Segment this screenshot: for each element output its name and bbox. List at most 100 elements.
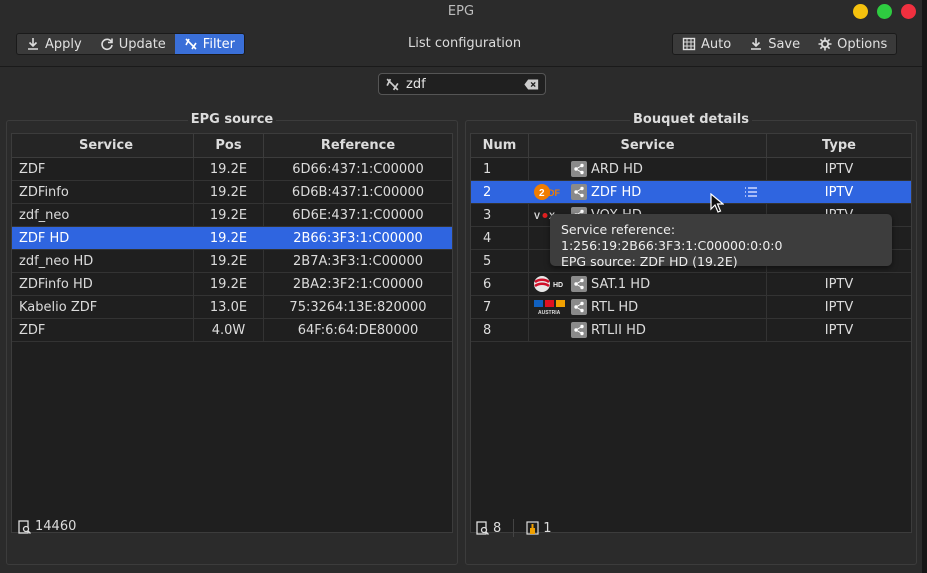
apply-label: Apply xyxy=(45,36,82,52)
reference-cell: 6D6B:437:1:C00000 xyxy=(291,185,425,200)
options-button[interactable]: Options xyxy=(809,34,896,54)
num-cell: 2 xyxy=(483,185,492,200)
pos-cell: 13.0E xyxy=(194,296,264,318)
options-label: Options xyxy=(837,36,888,52)
search-value: zdf xyxy=(406,76,426,92)
close-button[interactable] xyxy=(901,4,916,19)
save-button[interactable]: Save xyxy=(740,34,809,54)
refresh-icon xyxy=(101,38,113,51)
epg-source-title: EPG source xyxy=(187,112,277,127)
download-icon xyxy=(28,38,38,50)
tooltip-epg-source: EPG source: ZDF HD (19.2E) xyxy=(561,254,738,269)
reference-cell: 75:3264:13E:820000 xyxy=(289,300,427,315)
pos-cell: 19.2E xyxy=(194,181,264,203)
update-button[interactable]: Update xyxy=(91,34,175,54)
clear-icon[interactable] xyxy=(524,77,539,92)
filter-search-icon xyxy=(386,78,399,90)
table-row[interactable]: ZDFinfo 19.2E 6D6B:437:1:C00000 xyxy=(12,181,452,204)
pos-cell: 19.2E xyxy=(194,158,264,180)
column-header-type[interactable]: Type xyxy=(767,134,911,157)
table-row[interactable]: 6 HD SAT.1 HD IPTV xyxy=(471,273,911,296)
maximize-button[interactable] xyxy=(877,4,892,19)
services-count-icon xyxy=(476,521,489,535)
service-cell: ARD HD xyxy=(529,158,767,180)
table-row[interactable]: ZDF 19.2E 6D66:437:1:C00000 xyxy=(12,158,452,181)
table-row[interactable]: 7 AUSTRIA RTL HD IPTV xyxy=(471,296,911,319)
service-tooltip: Service reference: 1:256:19:2B66:3F3:1:C… xyxy=(550,214,892,269)
left-button-group: Apply Update Filter xyxy=(16,33,245,55)
list-icon xyxy=(745,187,757,197)
type-cell: IPTV xyxy=(824,323,854,338)
logo-placeholder xyxy=(533,321,567,339)
num-cell: 3 xyxy=(471,204,529,226)
marked-count: 1 xyxy=(543,520,552,536)
type-cell: IPTV xyxy=(824,162,854,177)
num-cell: 5 xyxy=(471,250,529,272)
service-cell: ZDF HD xyxy=(19,231,70,246)
toolbar: Apply Update Filter List configuration A… xyxy=(0,24,922,66)
update-label: Update xyxy=(118,36,166,52)
save-download-icon xyxy=(751,38,762,50)
table-header: Num Service Type xyxy=(471,134,911,158)
table-row[interactable]: ZDFinfo HD 19.2E 2BA2:3F2:1:C00000 xyxy=(12,273,452,296)
epg-source-footer: 14460 xyxy=(18,519,76,534)
bouquet-details-panel: Bouquet details Num Service Type 1 ARD H… xyxy=(465,112,917,565)
column-header-reference[interactable]: Reference xyxy=(264,134,452,157)
service-name: RTL HD xyxy=(591,299,639,315)
epg-source-table: Service Pos Reference ZDF 19.2E 6D66:437:1… xyxy=(11,133,453,533)
apply-button[interactable]: Apply xyxy=(17,34,91,54)
service-cell: RTLII HD xyxy=(529,319,767,341)
table-row[interactable]: zdf_neo HD 19.2E 2B7A:3F3:1:C00000 xyxy=(12,250,452,273)
share-icon xyxy=(571,161,587,177)
table-row[interactable]: zdf_neo 19.2E 6D6E:437:1:C00000 xyxy=(12,204,452,227)
share-icon xyxy=(571,276,587,292)
table-row[interactable]: 1 ARD HD IPTV xyxy=(471,158,911,181)
column-header-service[interactable]: Service xyxy=(12,134,194,157)
rtl-logo: AUSTRIA xyxy=(533,298,567,316)
sat1-logo: HD xyxy=(533,275,567,293)
column-header-pos[interactable]: Pos xyxy=(194,134,264,157)
epg-window: Apply Update Filter List configuration A… xyxy=(0,24,922,573)
reference-cell: 2BA2:3F2:1:C00000 xyxy=(292,277,424,292)
pos-cell: 4.0W xyxy=(194,319,264,341)
footer-separator xyxy=(513,519,515,537)
svg-text:DF: DF xyxy=(548,188,560,198)
svg-text:HD: HD xyxy=(553,282,563,289)
service-name: RTLII HD xyxy=(591,322,646,338)
service-cell: zdf_neo HD xyxy=(12,250,194,272)
desktop-edge xyxy=(922,0,927,573)
auto-button[interactable]: Auto xyxy=(673,34,740,54)
service-cell: ZDF xyxy=(12,158,194,180)
list-configuration-label: List configuration xyxy=(408,36,522,51)
table-row[interactable]: Kabelio ZDF 13.0E 75:3264:13E:820000 xyxy=(12,296,452,319)
num-cell: 7 xyxy=(471,296,529,318)
pos-cell: 19.2E xyxy=(209,231,248,246)
type-cell: IPTV xyxy=(824,277,854,292)
zdf-logo: 2 DF xyxy=(533,183,567,201)
service-cell: zdf_neo xyxy=(12,204,194,226)
epg-source-panel: EPG source Service Pos Reference ZDF 19.2… xyxy=(6,112,458,565)
window-title: EPG xyxy=(447,4,475,19)
column-header-num[interactable]: Num xyxy=(471,134,529,157)
bouquet-footer: 8 1 xyxy=(476,519,552,537)
table-row[interactable]: ZDF 4.0W 64F:6:64:DE80000 xyxy=(12,319,452,342)
right-button-group: Auto Save Options xyxy=(672,33,898,55)
filter-button[interactable]: Filter xyxy=(174,34,244,54)
share-icon xyxy=(571,184,587,200)
bouquet-table: Num Service Type 1 ARD HD IPTV 2 2 DF ZD… xyxy=(470,133,912,533)
num-cell: 4 xyxy=(471,227,529,249)
column-header-service[interactable]: Service xyxy=(529,134,767,157)
filter-label: Filter xyxy=(202,36,235,52)
num-cell: 6 xyxy=(471,273,529,295)
table-row[interactable]: 8 RTLII HD IPTV xyxy=(471,319,911,342)
search-input[interactable]: zdf xyxy=(378,73,546,95)
service-cell: HD SAT.1 HD xyxy=(529,273,767,295)
bouquet-details-title: Bouquet details xyxy=(630,112,752,127)
logo-placeholder xyxy=(533,160,567,178)
table-row-selected[interactable]: ZDF HD 19.2E 2B66:3F3:1:C00000 xyxy=(12,227,452,250)
table-row-selected[interactable]: 2 2 DF ZDF HD IPTV xyxy=(471,181,911,204)
mouse-cursor-icon xyxy=(710,193,724,213)
num-cell: 8 xyxy=(471,319,529,341)
minimize-button[interactable] xyxy=(853,4,868,19)
tooltip-reference: Service reference: 1:256:19:2B66:3F3:1:C… xyxy=(561,222,783,253)
